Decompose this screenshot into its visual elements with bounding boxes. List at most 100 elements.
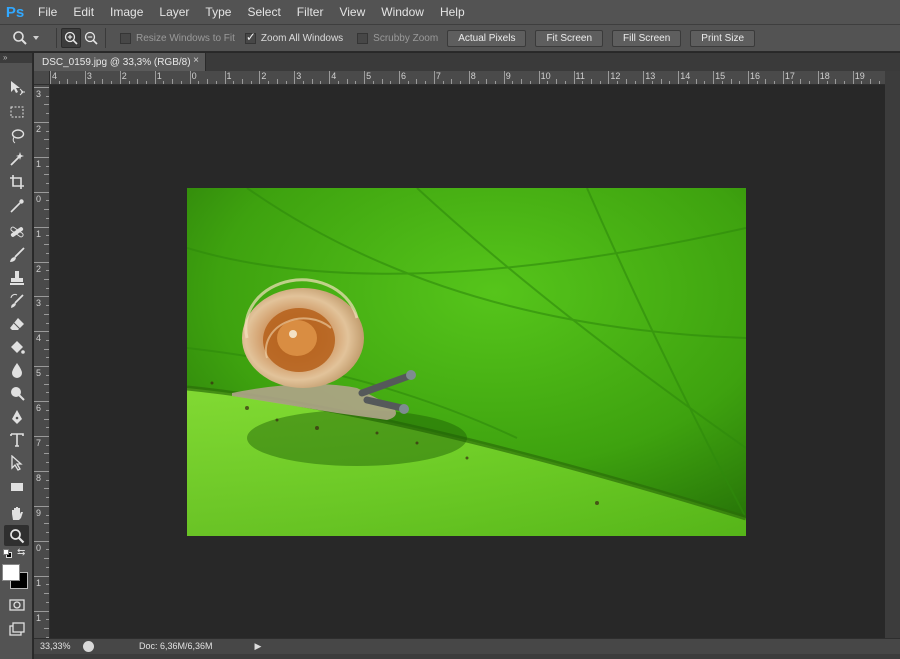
ruler-label: 17 [784,71,795,81]
screen-mode-button[interactable] [4,618,29,639]
ruler-label: 1 [36,577,42,588]
ruler-origin[interactable] [34,71,50,85]
document-tab-title: DSC_0159.jpg @ 33,3% (RGB/8) [42,56,191,68]
horizontal-scrollbar[interactable] [34,654,900,659]
quick-mask-icon [8,598,25,611]
menu-select[interactable]: Select [239,0,288,24]
default-colors-icon[interactable] [3,549,15,558]
dodge-tool[interactable] [4,382,29,403]
ruler-tick [34,575,49,577]
healing-tool[interactable] [4,221,29,242]
tools-panel-collapse[interactable]: » [0,53,32,63]
status-globe-icon[interactable] [83,641,94,652]
ruler-tick [329,71,331,84]
move-tool[interactable] [4,77,29,98]
ruler-label: 2 [261,71,267,81]
dodge-icon [10,386,25,401]
ruler-label: 15 [715,71,726,81]
ruler-tick [34,296,49,298]
crop-tool[interactable] [4,171,29,192]
zoom-tool[interactable] [4,525,29,546]
ruler-label: 2 [36,123,42,134]
ruler-label: 8 [36,472,42,483]
clone-stamp-tool[interactable] [4,267,29,288]
snail-on-leaf-photo [187,188,746,536]
ruler-tick [399,71,400,84]
lasso-tool[interactable] [4,125,29,146]
menu-image[interactable]: Image [102,0,151,24]
brush-tool[interactable] [4,244,29,265]
menu-window[interactable]: Window [373,0,432,24]
quick-mask-button[interactable] [4,594,29,615]
path-selection-tool[interactable] [4,452,29,473]
blur-tool[interactable] [4,359,29,380]
canvas-area[interactable] [50,85,885,638]
menu-filter[interactable]: Filter [289,0,332,24]
zoom-level[interactable]: 33,33% [40,641,71,651]
ruler-label: 19 [854,71,865,81]
rectangle-icon [10,482,23,491]
ruler-label: 4 [52,71,58,81]
print-size-button[interactable]: Print Size [690,29,756,47]
checkbox-box[interactable]: ✓ [244,30,256,44]
pen-tool[interactable] [4,406,29,427]
document-tab[interactable]: DSC_0159.jpg @ 33,3% (RGB/8) × [34,53,206,71]
ruler-label: 2 [36,263,42,274]
ruler-tick [817,71,819,84]
ruler-tick [782,71,784,84]
ruler-label: 2 [121,71,127,81]
horizontal-ruler[interactable]: 4 3 2 1 0 1 2 3 4 5 6 7 8 9 10 11 12 13 14 15 16 17 18 19 [50,71,885,85]
eraser-tool[interactable] [4,313,29,334]
healing-icon [9,226,24,237]
ruler-label: 18 [819,71,830,81]
ruler-tick [34,366,49,368]
eyedropper-tool[interactable] [4,195,29,216]
swap-colors-icon[interactable]: ⇆ [17,547,25,558]
ruler-tick [34,401,49,403]
paint-bucket-tool[interactable] [4,336,29,357]
vertical-scrollbar[interactable] [885,71,900,638]
ruler-tick [364,71,366,84]
marquee-tool[interactable] [4,101,29,122]
menu-view[interactable]: View [331,0,373,24]
vertical-ruler[interactable]: 3 2 1 0 1 2 3 4 5 6 7 8 9 0 1 1 [34,85,50,638]
fit-screen-button[interactable]: Fit Screen [535,29,604,47]
menu-type[interactable]: Type [197,0,239,24]
ruler-label: 5 [366,71,372,81]
ruler-tick [503,71,505,84]
ruler-tick [713,71,715,84]
ruler-tick [34,87,49,88]
menu-help[interactable]: Help [432,0,473,24]
checkbox-box[interactable] [120,32,131,44]
close-tab-icon[interactable]: × [193,55,199,66]
menu-file[interactable]: File [30,0,65,24]
ruler-label: 0 [36,542,42,553]
foreground-color-swatch[interactable] [2,564,20,581]
status-menu-arrow-icon[interactable]: ▶ [253,640,263,652]
ruler-label: 3 [36,89,42,99]
ruler-tick [294,71,296,84]
menu-layer[interactable]: Layer [151,0,197,24]
hand-tool[interactable] [4,502,29,523]
document-image[interactable] [187,188,746,536]
type-tool[interactable] [4,429,29,450]
ruler-label: 4 [36,333,42,344]
ruler-label: 3 [86,71,92,81]
menu-edit[interactable]: Edit [65,0,102,24]
zoom-all-windows-checkbox[interactable]: ✓ Zoom All Windows [244,30,343,44]
zoom-in-button[interactable] [61,28,81,48]
quick-select-tool[interactable] [4,148,29,169]
ruler-tick [34,436,49,437]
zoom-out-button[interactable] [81,28,101,48]
scrubby-zoom-checkbox[interactable]: Scrubby Zoom [357,32,438,44]
resize-windows-checkbox[interactable]: Resize Windows to Fit [120,32,235,44]
checkbox-box[interactable] [357,32,369,44]
rectangle-tool[interactable] [4,476,29,497]
lasso-icon [11,128,24,143]
fill-screen-button[interactable]: Fill Screen [612,29,682,47]
actual-pixels-button[interactable]: Actual Pixels [447,29,527,47]
tool-preset-picker[interactable] [0,25,52,51]
ruler-tick [468,71,470,84]
history-brush-tool[interactable] [4,290,29,311]
ruler-tick [678,71,680,84]
